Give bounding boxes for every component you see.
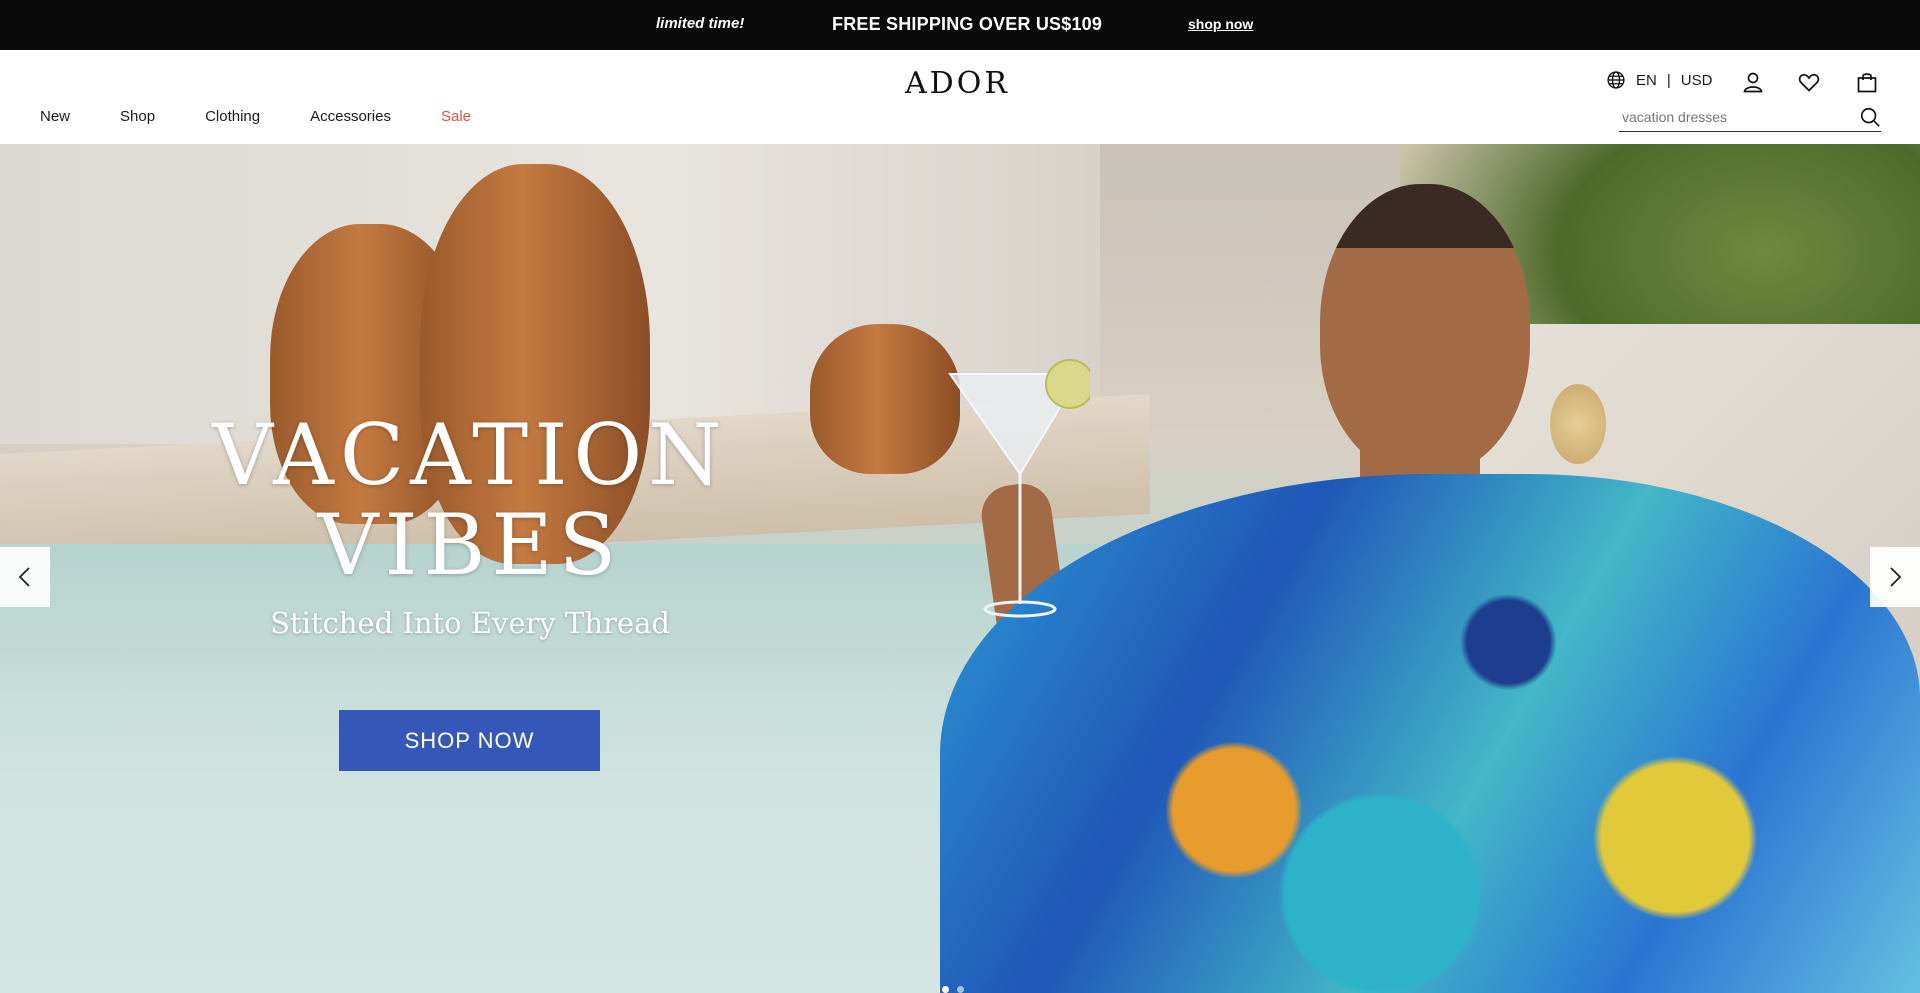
nav-item-shop[interactable]: Shop <box>120 108 155 125</box>
announcement-bar: limited time! FREE SHIPPING OVER US$109 … <box>0 0 1920 50</box>
locale-separator: | <box>1666 71 1671 89</box>
hero-banner: VACATION VIBES Stitched Into Every Threa… <box>0 144 1920 993</box>
earring <box>1550 384 1606 464</box>
globe-icon <box>1607 71 1625 89</box>
account-icon[interactable] <box>1741 70 1765 94</box>
carousel-dot[interactable] <box>957 986 964 993</box>
chevron-left-icon <box>18 567 30 587</box>
carousel-next-button[interactable] <box>1870 547 1920 607</box>
nav-item-accessories[interactable]: Accessories <box>310 108 391 125</box>
search-bar <box>1619 104 1881 132</box>
chevron-right-icon <box>1890 567 1902 587</box>
hero-subtitle: Stitched Into Every Thread <box>270 606 670 640</box>
main-nav: New Shop Clothing Accessories Sale <box>40 108 521 125</box>
carousel-pagination <box>942 986 964 993</box>
brand-logo[interactable]: ADOR <box>905 66 1010 101</box>
wishlist-heart-icon[interactable] <box>1797 70 1821 94</box>
search-input[interactable] <box>1619 104 1839 130</box>
currency-label: USD <box>1680 71 1713 89</box>
hero-title-line2: VIBES <box>317 496 623 594</box>
shop-now-link[interactable]: shop now <box>1188 16 1253 32</box>
carousel-dot[interactable] <box>942 986 949 993</box>
search-icon[interactable] <box>1859 106 1881 128</box>
shop-now-button[interactable]: SHOP NOW <box>339 710 600 771</box>
language-label: EN <box>1636 71 1657 89</box>
locale-selector[interactable]: EN | USD <box>1606 70 1712 90</box>
nav-item-sale[interactable]: Sale <box>441 108 471 125</box>
shopping-bag-icon[interactable] <box>1855 70 1879 94</box>
model-face <box>1320 184 1530 474</box>
nav-item-clothing[interactable]: Clothing <box>205 108 260 125</box>
nav-item-new[interactable]: New <box>40 108 70 125</box>
limited-time-text: limited time! <box>656 15 745 32</box>
carousel-prev-button[interactable] <box>0 547 50 607</box>
martini-glass <box>948 359 1090 618</box>
hero-title-line1: VACATION <box>212 406 728 504</box>
free-shipping-text: FREE SHIPPING OVER US$109 <box>832 14 1103 34</box>
site-header: ADOR New Shop Clothing Accessories Sale … <box>0 50 1920 144</box>
